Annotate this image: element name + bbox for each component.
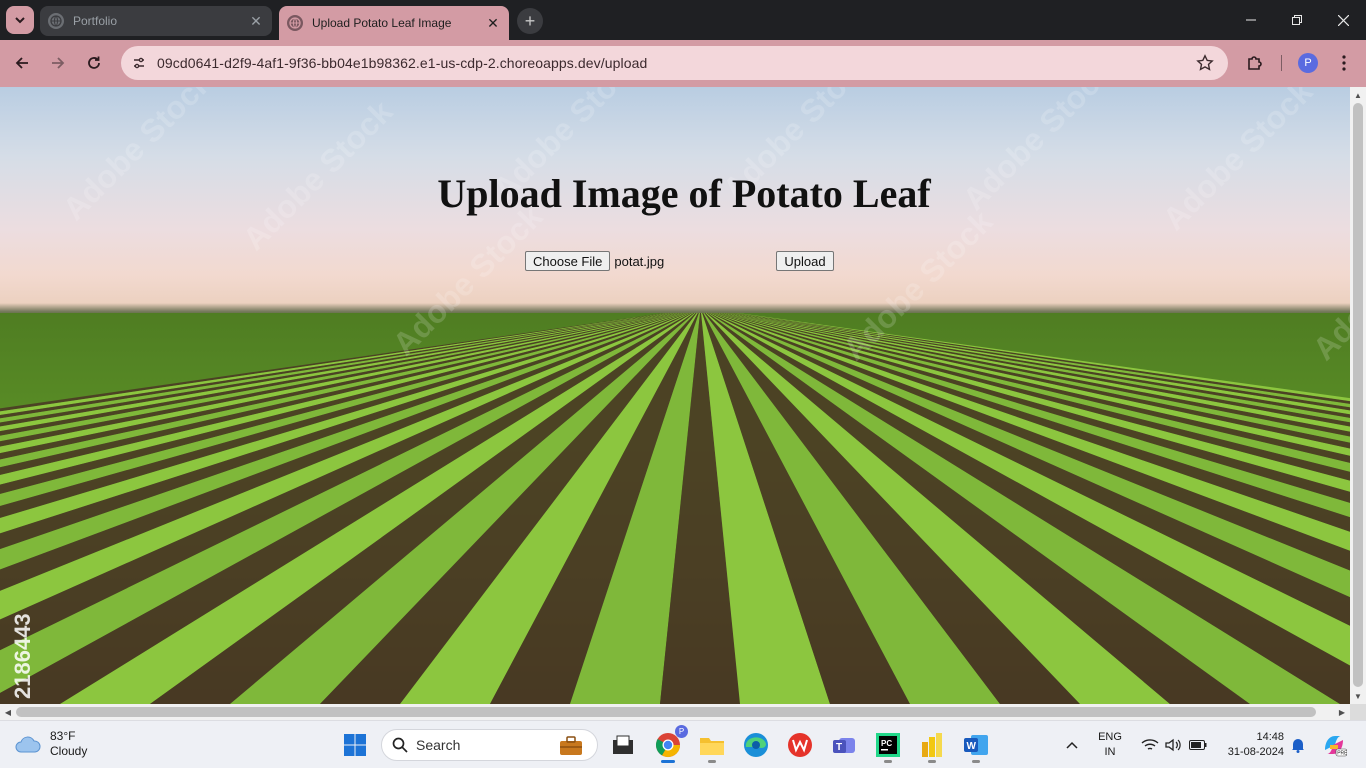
restore-icon bbox=[1292, 15, 1302, 25]
svg-text:PC: PC bbox=[881, 739, 892, 748]
language-indicator[interactable]: ENG IN bbox=[1092, 730, 1128, 760]
toolbar-divider bbox=[1279, 48, 1283, 78]
reload-icon bbox=[88, 56, 100, 69]
folder-icon[interactable] bbox=[696, 729, 728, 763]
menu-button[interactable] bbox=[1330, 48, 1358, 78]
close-icon[interactable]: ✕ bbox=[248, 13, 264, 29]
region-code: IN bbox=[1104, 746, 1116, 758]
word-icon[interactable]: W bbox=[960, 729, 992, 763]
page-title: Upload Image of Potato Leaf bbox=[437, 171, 931, 216]
tab-strip: Portfolio ✕ Upload Potato Leaf Image ✕ + bbox=[0, 0, 1366, 40]
svg-text:T: T bbox=[836, 742, 842, 753]
notifications-button[interactable] bbox=[1284, 729, 1312, 761]
tab-search-button[interactable] bbox=[6, 6, 34, 34]
scroll-down-icon[interactable]: ▼ bbox=[1350, 688, 1366, 704]
profile-button[interactable]: P bbox=[1293, 48, 1323, 78]
page-viewport: Adobe Stock Adobe Stock Adobe Stock Adob… bbox=[0, 87, 1350, 704]
weather-temperature: 83°F bbox=[50, 729, 76, 743]
new-tab-button[interactable]: + bbox=[517, 8, 543, 34]
avatar: P bbox=[1298, 53, 1318, 73]
clock-date: 31-08-2024 bbox=[1227, 746, 1284, 758]
tab-portfolio[interactable]: Portfolio ✕ bbox=[40, 6, 272, 36]
selected-file-name: potat.jpg bbox=[614, 253, 665, 269]
wps-icon[interactable] bbox=[784, 729, 816, 761]
horizontal-scroll-thumb[interactable] bbox=[16, 707, 1316, 717]
restore-button[interactable] bbox=[1274, 0, 1320, 40]
scroll-up-icon[interactable]: ▲ bbox=[1350, 87, 1366, 103]
windows-logo-icon bbox=[344, 734, 366, 756]
crop-rows-illustration bbox=[0, 313, 1350, 704]
close-window-button[interactable] bbox=[1320, 0, 1366, 40]
url-text[interactable]: 09cd0641-d2f9-4af1-9f36-bb04e1b98362.e1-… bbox=[157, 55, 647, 71]
plus-icon: + bbox=[524, 10, 536, 31]
tab-title: Upload Potato Leaf Image bbox=[312, 16, 452, 30]
puzzle-icon bbox=[1248, 56, 1262, 70]
more-vertical-icon bbox=[1342, 55, 1346, 71]
file-explorer-icon[interactable] bbox=[607, 729, 639, 761]
taskbar-search[interactable]: Search bbox=[381, 729, 598, 761]
weather-widget[interactable]: 83°F Cloudy bbox=[14, 729, 87, 759]
browser-toolbar: 09cd0641-d2f9-4af1-9f36-bb04e1b98362.e1-… bbox=[0, 40, 1366, 87]
teams-icon[interactable]: T bbox=[828, 729, 860, 761]
profile-badge: P bbox=[675, 725, 688, 738]
weather-condition: Cloudy bbox=[50, 744, 88, 758]
power-bi-icon[interactable] bbox=[916, 729, 948, 763]
close-icon bbox=[1337, 14, 1349, 26]
scroll-right-icon[interactable]: ▶ bbox=[1334, 704, 1350, 720]
arrow-left-icon bbox=[15, 57, 28, 69]
minimize-icon bbox=[1246, 19, 1256, 21]
bell-icon bbox=[1292, 739, 1304, 753]
svg-text:W: W bbox=[967, 741, 977, 752]
copilot-icon[interactable]: PRE bbox=[1318, 729, 1350, 761]
forward-button[interactable] bbox=[43, 48, 73, 78]
globe-icon bbox=[48, 13, 64, 29]
quick-settings-button[interactable] bbox=[1134, 729, 1214, 761]
background-field-image bbox=[0, 313, 1350, 704]
chevron-up-icon bbox=[1066, 741, 1078, 749]
stock-image-id: 2186443 bbox=[10, 613, 35, 699]
close-icon[interactable]: ✕ bbox=[485, 15, 501, 31]
upload-button[interactable]: Upload bbox=[776, 251, 834, 271]
edge-icon[interactable] bbox=[740, 729, 772, 761]
start-button[interactable] bbox=[339, 729, 371, 761]
arrow-right-icon bbox=[52, 57, 65, 69]
system-clock[interactable]: 14:48 31-08-2024 bbox=[1214, 730, 1284, 760]
globe-icon bbox=[287, 15, 303, 31]
tab-upload-potato-leaf[interactable]: Upload Potato Leaf Image ✕ bbox=[279, 6, 509, 40]
vertical-scroll-thumb[interactable] bbox=[1353, 103, 1363, 687]
pycharm-icon[interactable]: PC bbox=[872, 729, 904, 763]
windows-taskbar: 83°F Cloudy Search P T PC W ENG IN 14:48… bbox=[0, 720, 1366, 768]
chevron-down-icon bbox=[15, 17, 25, 24]
wifi-icon bbox=[1141, 739, 1159, 750]
bookmark-star-icon[interactable] bbox=[1196, 54, 1214, 77]
chrome-icon[interactable]: P bbox=[652, 725, 688, 763]
vertical-scrollbar[interactable]: ▲ ▼ bbox=[1350, 87, 1366, 704]
horizontal-scrollbar[interactable]: ◀ ▶ bbox=[0, 704, 1350, 720]
upload-form: Choose File potat.jpg Upload bbox=[525, 250, 834, 272]
minimize-button[interactable] bbox=[1228, 0, 1274, 40]
language-code: ENG bbox=[1098, 731, 1122, 743]
search-icon bbox=[392, 737, 408, 753]
volume-icon bbox=[1165, 738, 1181, 752]
scroll-left-icon[interactable]: ◀ bbox=[0, 704, 16, 720]
back-button[interactable] bbox=[7, 48, 37, 78]
battery-icon bbox=[1189, 740, 1207, 750]
extensions-button[interactable] bbox=[1240, 48, 1270, 78]
show-hidden-icons-button[interactable] bbox=[1056, 729, 1088, 761]
address-bar[interactable]: 09cd0641-d2f9-4af1-9f36-bb04e1b98362.e1-… bbox=[121, 46, 1228, 80]
scrollbar-corner bbox=[1350, 704, 1366, 720]
cloud-icon bbox=[15, 736, 41, 753]
clock-time: 14:48 bbox=[1256, 731, 1284, 743]
choose-file-button[interactable]: Choose File bbox=[525, 251, 611, 271]
search-placeholder: Search bbox=[416, 737, 461, 753]
reload-button[interactable] bbox=[79, 48, 109, 78]
tab-title: Portfolio bbox=[73, 14, 118, 28]
briefcase-icon bbox=[559, 736, 583, 761]
svg-text:PRE: PRE bbox=[1337, 751, 1347, 757]
site-info-icon[interactable] bbox=[121, 46, 157, 80]
